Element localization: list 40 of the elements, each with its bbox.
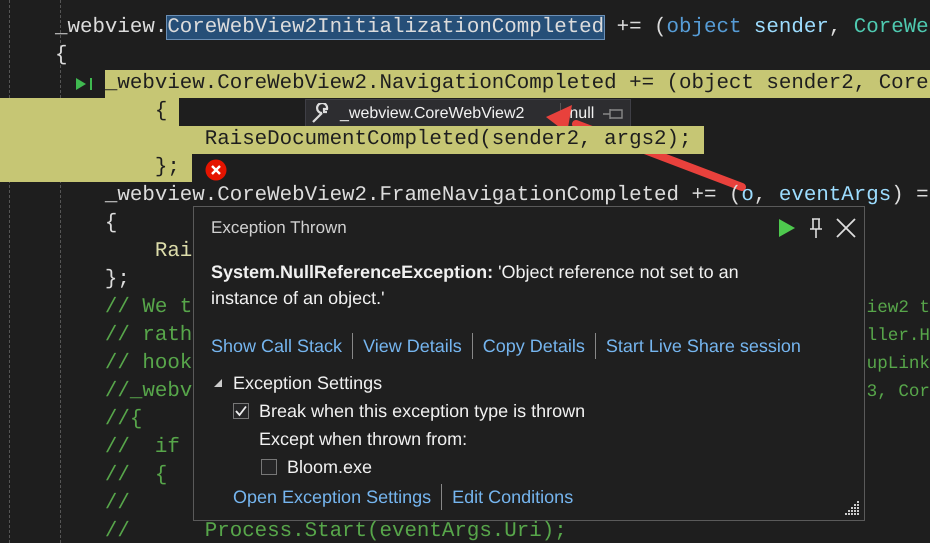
code-line: upLink <box>866 353 930 376</box>
code-line: ller.H <box>866 325 930 348</box>
code-line: iew2 t <box>866 297 930 320</box>
close-icon[interactable] <box>836 218 856 238</box>
code-line: // Process.Start(eventArgs.Uri); <box>104 519 567 543</box>
settings-link[interactable]: Edit Conditions <box>452 486 574 508</box>
section-label: Exception Settings <box>233 372 382 394</box>
code-line: //{ <box>104 407 142 433</box>
checkbox[interactable] <box>233 403 249 419</box>
checkbox[interactable] <box>261 459 277 475</box>
code-line: { <box>104 211 118 237</box>
code-line: }; <box>104 267 130 293</box>
code-line: Rai <box>154 239 192 265</box>
code-line: // hook <box>104 351 192 377</box>
exception-message: System.NullReferenceException: 'Object reference not set to an instance of an object.' <box>211 261 740 310</box>
exception-link[interactable]: View Details <box>363 336 462 356</box>
code-line: // if <box>104 435 180 461</box>
exception-link[interactable]: Show Call Stack <box>211 336 342 356</box>
code-line: 3, Cor <box>866 381 930 404</box>
continue-icon[interactable] <box>778 218 796 238</box>
resize-grip-icon[interactable] <box>844 500 860 516</box>
exception-link[interactable]: Start Live Share session <box>606 336 801 356</box>
checkbox-label: Break when this exception type is thrown <box>259 400 586 422</box>
code-line: _webview.CoreWebView2InitializationCompleted += (object sender, CoreWe <box>55 15 929 41</box>
code-line: //_webv <box>104 379 192 405</box>
settings-label: Except when thrown from: <box>259 428 468 450</box>
popup-title: Exception Thrown <box>211 218 348 238</box>
code-line: // rath <box>104 323 192 349</box>
code-line: { <box>55 43 68 69</box>
code-line: _webview.CoreWebView2.FrameNavigationCompleted += (o, eventArgs) = <box>104 183 929 209</box>
datatip-expression: _webview.CoreWebView2 <box>340 105 524 123</box>
code-line: // { <box>104 463 168 489</box>
exception-link[interactable]: Copy Details <box>482 336 585 356</box>
error-icon <box>205 159 227 181</box>
checkbox-label: Bloom.exe <box>287 456 372 478</box>
datatip-value: null <box>569 105 594 123</box>
code-line: // <box>104 491 130 517</box>
settings-link[interactable]: Open Exception Settings <box>233 486 432 508</box>
code-line: // We t <box>104 295 192 321</box>
expanded-triangle-icon[interactable] <box>213 378 223 388</box>
